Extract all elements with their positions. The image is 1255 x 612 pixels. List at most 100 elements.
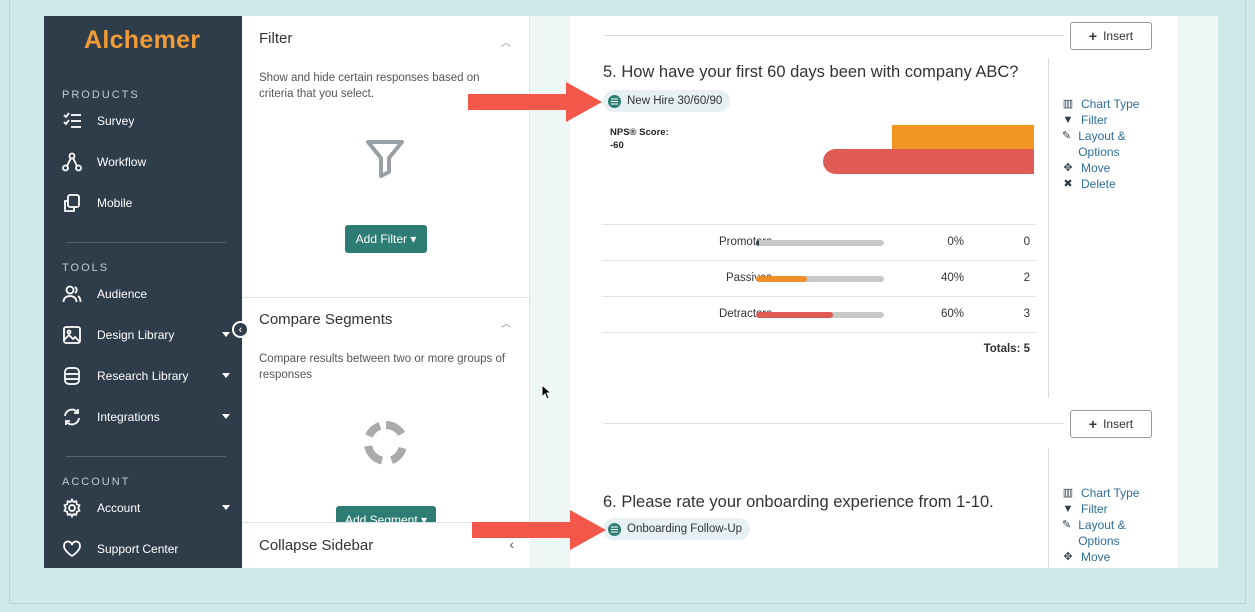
question-6-tag[interactable]: Onboarding Follow-Up	[603, 518, 751, 540]
progress-fill	[756, 240, 759, 246]
sidebar-item-account[interactable]: Account	[62, 495, 232, 521]
app-window: Alchemer PRODUCTS Survey Workflow Mobile…	[44, 16, 1218, 568]
sidebar-item-label: Research Library	[97, 369, 189, 383]
sidebar-item-support-center[interactable]: Support Center	[62, 536, 232, 562]
chevron-left-icon: ‹	[238, 323, 243, 336]
sidebar-item-audience[interactable]: Audience	[62, 281, 232, 307]
chevron-up-icon[interactable]: ︿	[501, 315, 511, 330]
insert-button[interactable]: + Insert	[1070, 22, 1152, 50]
sidebar-item-mobile[interactable]: Mobile	[62, 190, 232, 216]
bar-chart-icon: ▥	[1062, 98, 1074, 110]
move-link[interactable]: ✥ Move	[1062, 160, 1142, 176]
nps-passives-bar	[892, 125, 1034, 149]
sidebar-item-integrations[interactable]: Integrations	[62, 404, 232, 430]
insert-divider	[604, 423, 1064, 424]
layout-options-link[interactable]: ✎ Layout & Options	[1062, 517, 1142, 549]
nps-value: -60	[610, 140, 624, 151]
sidebar-item-label: Account	[97, 501, 141, 515]
add-filter-button[interactable]: Add Filter ▾	[345, 225, 427, 253]
pencil-icon: ✎	[1062, 519, 1072, 531]
section-tools-heading: TOOLS	[62, 262, 110, 274]
chevron-down-icon	[222, 373, 230, 378]
sidebar-item-label: Audience	[97, 287, 148, 301]
mouse-cursor-icon	[541, 384, 553, 400]
question-6-title: 6. Please rate your onboarding experienc…	[603, 493, 994, 511]
move-icon: ✥	[1063, 551, 1073, 563]
audience-icon	[62, 284, 82, 304]
plus-icon: +	[1088, 28, 1098, 44]
annotation-arrow	[472, 510, 606, 550]
funnel-icon	[365, 138, 405, 183]
brand-logo: Alchemer	[84, 26, 201, 54]
sidebar-item-label: Workflow	[97, 155, 147, 169]
actions-divider	[1048, 448, 1049, 568]
delete-link[interactable]: ✖ Delete	[1062, 176, 1142, 192]
chevron-up-icon[interactable]: ︿	[501, 34, 511, 49]
question-6-actions: ▥ Chart Type ▼ Filter ✎ Layout & Options ✥ M…	[1062, 485, 1142, 565]
move-icon: ✥	[1063, 162, 1073, 174]
chart-type-link[interactable]: ▥ Chart Type	[1062, 96, 1142, 112]
filter-title: Filter	[259, 30, 293, 47]
mobile-icon	[62, 193, 82, 213]
insert-button[interactable]: + Insert	[1070, 410, 1152, 438]
chevron-down-icon	[222, 332, 230, 337]
insert-divider	[604, 35, 1064, 36]
filter-link[interactable]: ▼ Filter	[1062, 112, 1142, 128]
chevron-down-icon	[222, 414, 230, 419]
table-row: Detractors 60% 3	[602, 296, 1036, 332]
report-canvas: + Insert 5. How have your first 60 days …	[570, 16, 1178, 568]
image-icon	[62, 325, 82, 345]
sidebar-item-survey[interactable]: Survey	[62, 108, 232, 134]
compare-segments-title: Compare Segments	[259, 311, 393, 328]
list-icon	[62, 111, 82, 131]
sidebar-item-label: Design Library	[97, 328, 175, 342]
gear-icon	[62, 498, 82, 518]
table-row: Passives 40% 2	[602, 260, 1036, 296]
panel-divider	[242, 297, 530, 298]
sidebar-toggle-button[interactable]: ‹	[232, 321, 249, 338]
chart-type-link[interactable]: ▥ Chart Type	[1062, 485, 1142, 501]
sidebar-item-label: Mobile	[97, 196, 133, 210]
table-row: Promoters 0% 0	[602, 224, 1036, 260]
sync-icon	[62, 407, 82, 427]
funnel-icon: ▼	[1062, 114, 1074, 126]
collapse-sidebar-label: Collapse Sidebar	[259, 537, 374, 554]
pencil-icon: ✎	[1062, 130, 1072, 142]
filter-link[interactable]: ▼ Filter	[1062, 501, 1142, 517]
compare-segments-description: Compare results between two or more grou…	[259, 353, 506, 381]
layout-options-link[interactable]: ✎ Layout & Options	[1062, 128, 1142, 160]
nps-score: NPS® Score: -60	[610, 126, 669, 152]
question-5-actions: ▥ Chart Type ▼ Filter ✎ Layout & Options ✥ M…	[1062, 96, 1142, 192]
sidebar-item-label: Integrations	[97, 410, 160, 424]
nps-detractors-bar	[823, 149, 1034, 174]
sidebar-item-workflow[interactable]: Workflow	[62, 149, 232, 175]
question-5-tag[interactable]: New Hire 30/60/90	[603, 90, 731, 112]
plus-icon: +	[1088, 416, 1098, 432]
progress-fill	[756, 312, 833, 318]
funnel-icon: ▼	[1062, 503, 1074, 515]
heart-icon	[62, 539, 82, 559]
annotation-arrow	[468, 82, 602, 122]
sidebar-divider	[66, 456, 226, 457]
progress-fill	[756, 276, 808, 282]
bar-chart-icon: ▥	[1062, 487, 1074, 499]
totals: Totals: 5	[602, 332, 1036, 362]
progress-track	[756, 312, 884, 318]
list-icon	[608, 94, 621, 108]
segments-donut-icon	[363, 420, 409, 471]
progress-track	[756, 240, 884, 246]
sidebar-item-label: Survey	[97, 114, 135, 128]
section-account-heading: ACCOUNT	[62, 476, 131, 488]
chevron-down-icon	[222, 505, 230, 510]
sidebar-item-research-library[interactable]: Research Library	[62, 363, 232, 389]
sidebar-item-label: Support Center	[97, 542, 179, 556]
sidebar-item-design-library[interactable]: Design Library	[62, 322, 232, 348]
move-link[interactable]: ✥ Move	[1062, 549, 1142, 565]
database-icon	[62, 366, 82, 386]
workflow-icon	[62, 152, 82, 172]
section-products-heading: PRODUCTS	[62, 89, 140, 101]
actions-divider	[1048, 58, 1049, 398]
progress-track	[756, 276, 884, 282]
sidebar-divider	[66, 242, 226, 243]
close-icon: ✖	[1063, 178, 1073, 190]
